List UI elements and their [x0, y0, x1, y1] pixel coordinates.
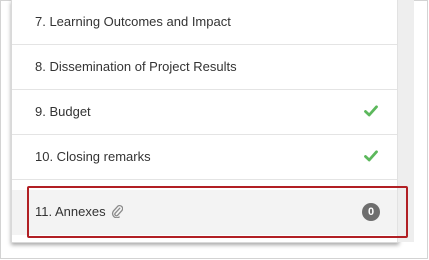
- check-icon: [364, 150, 378, 162]
- list-item-budget[interactable]: 9. Budget: [12, 90, 398, 135]
- list-item-label: 8. Dissemination of Project Results: [35, 59, 237, 74]
- list-item-label: 10. Closing remarks: [35, 149, 151, 164]
- list-item-label: 7. Learning Outcomes and Impact: [35, 14, 231, 29]
- highlight-annotation: [27, 186, 408, 238]
- list-item-label: 9. Budget: [35, 104, 91, 119]
- list-item-learning-outcomes[interactable]: 7. Learning Outcomes and Impact: [12, 0, 398, 45]
- check-icon: [364, 105, 378, 117]
- list-item-dissemination[interactable]: 8. Dissemination of Project Results: [12, 45, 398, 90]
- list-item-closing-remarks[interactable]: 10. Closing remarks: [12, 135, 398, 180]
